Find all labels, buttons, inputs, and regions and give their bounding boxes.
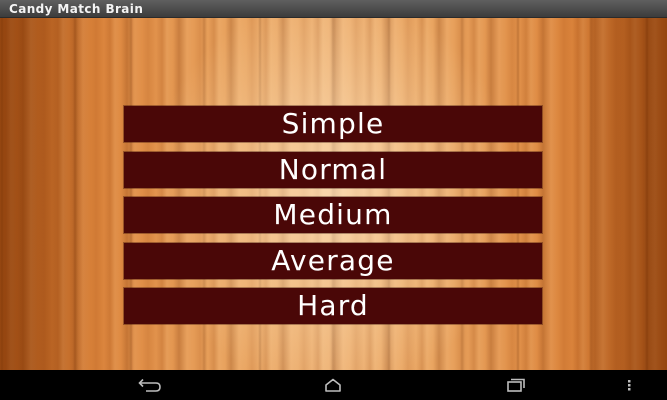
home-icon[interactable] (318, 375, 348, 395)
overflow-menu-icon[interactable] (621, 375, 637, 395)
hard-button-label: Hard (297, 289, 369, 322)
normal-button-label: Normal (278, 153, 388, 186)
normal-button[interactable]: Normal (124, 152, 542, 188)
back-icon[interactable] (134, 375, 164, 395)
wood-background: Simple Normal Medium Average Hard (0, 18, 667, 370)
app-screen: Candy Match Brain Simple Normal Medium A… (0, 0, 667, 400)
average-button-label: Average (271, 244, 395, 277)
medium-button-label: Medium (273, 198, 393, 231)
average-button[interactable]: Average (124, 243, 542, 279)
hard-button[interactable]: Hard (124, 288, 542, 324)
navigation-bar (0, 370, 667, 400)
title-bar: Candy Match Brain (0, 0, 667, 18)
medium-button[interactable]: Medium (124, 197, 542, 233)
recent-apps-icon[interactable] (501, 375, 531, 395)
simple-button-label: Simple (281, 107, 385, 140)
simple-button[interactable]: Simple (124, 106, 542, 142)
app-title: Candy Match Brain (9, 2, 144, 16)
